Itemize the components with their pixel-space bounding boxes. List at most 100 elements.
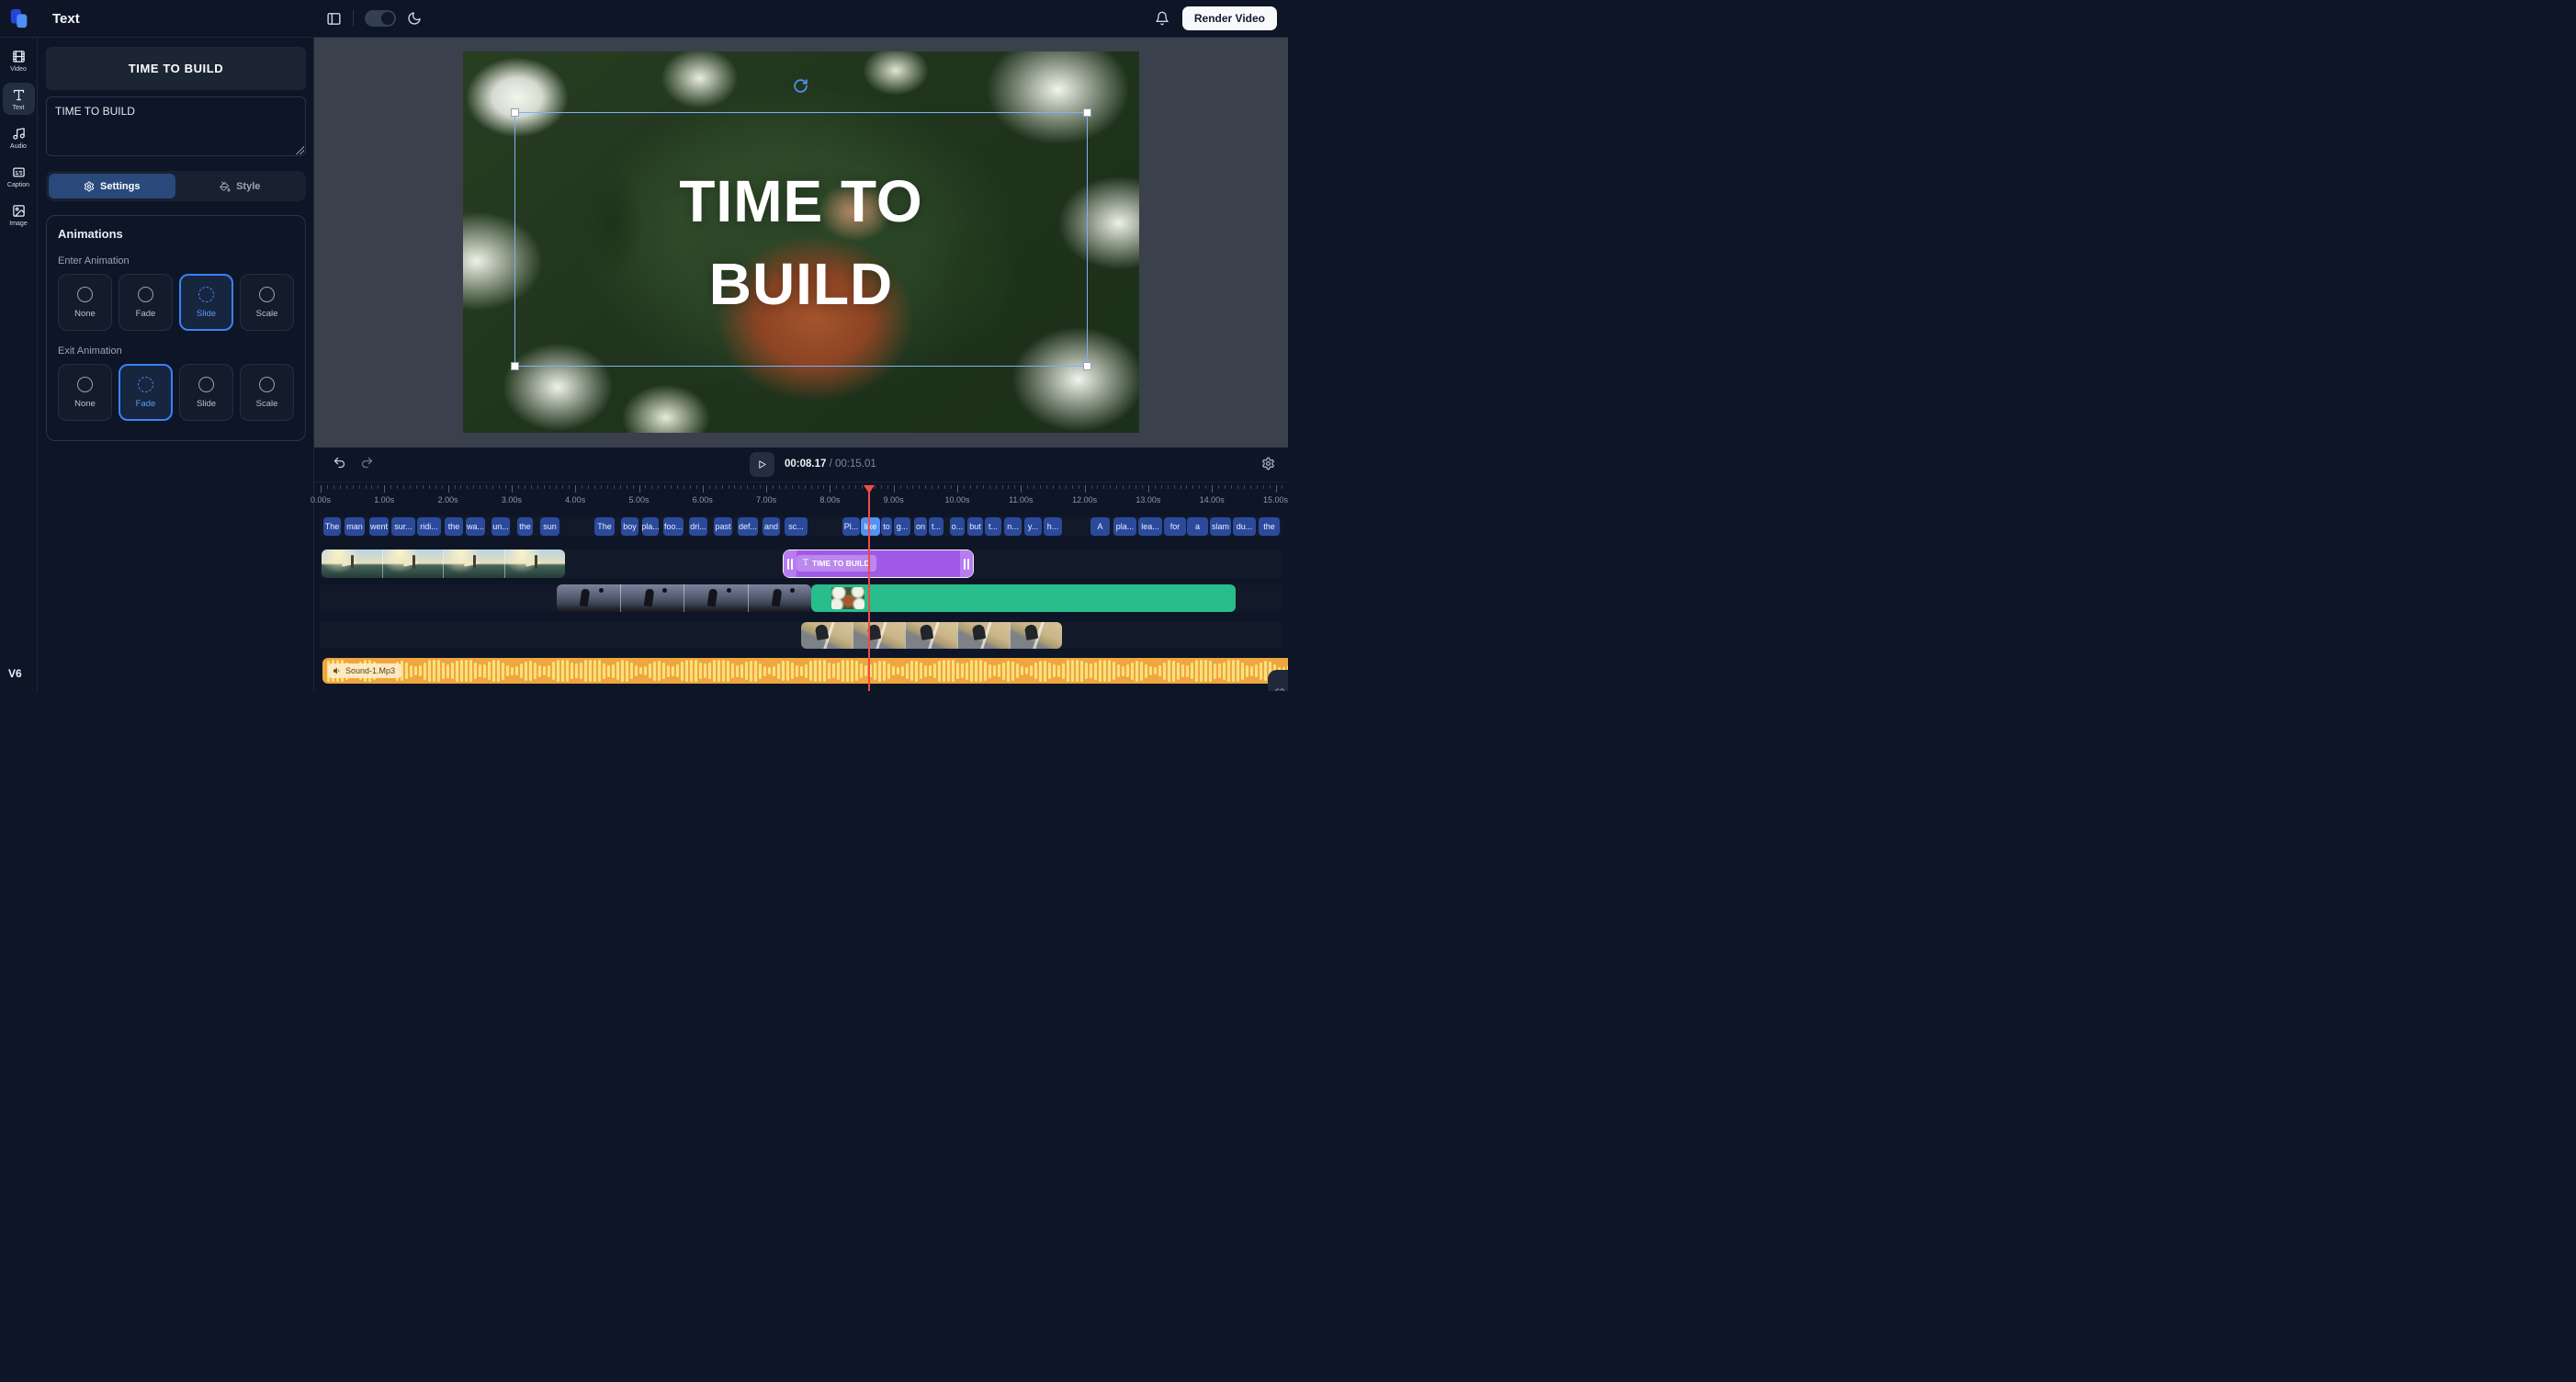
caption-word[interactable]: boy (621, 517, 638, 536)
caption-word[interactable]: t... (985, 517, 1001, 536)
resize-handle-bottom-left[interactable] (511, 362, 519, 370)
text-style-preview[interactable]: TIME TO BUILD (46, 47, 306, 90)
image-clip-green[interactable] (811, 584, 1236, 612)
audio-label-chip: Sound-1.Mp3 (328, 663, 401, 678)
waveform-bar (1044, 661, 1046, 682)
render-video-button[interactable]: Render Video (1182, 6, 1277, 30)
animation-option-fade[interactable]: Fade (119, 274, 173, 331)
caption-word[interactable]: to (881, 517, 892, 536)
clip-trim-handle-right[interactable] (960, 550, 973, 577)
ruler-minor-tick (651, 485, 652, 489)
undo-icon[interactable] (333, 456, 346, 470)
caption-word[interactable]: a (1187, 517, 1208, 536)
notifications-bell-icon[interactable] (1155, 11, 1169, 26)
caption-word[interactable]: pla... (1113, 517, 1136, 536)
playhead-marker[interactable] (864, 485, 875, 493)
tab-style[interactable]: Style (177, 174, 304, 198)
text-content-input[interactable] (46, 96, 306, 156)
text-clip[interactable]: T TIME TO BUILD (783, 549, 974, 578)
soccer-thumbnail (621, 584, 685, 612)
waveform-bar (469, 660, 472, 682)
playhead-line[interactable] (868, 485, 870, 691)
waveform-bar (1021, 666, 1023, 675)
video-clip-cyclist[interactable] (801, 622, 1062, 649)
animation-option-scale[interactable]: Scale (240, 364, 294, 421)
caption-word[interactable]: slam (1210, 517, 1231, 536)
sidebar-item-audio[interactable]: Audio (3, 121, 35, 153)
caption-word[interactable]: def... (738, 517, 758, 536)
caption-word[interactable]: The (323, 517, 341, 536)
caption-word[interactable]: Pl... (842, 517, 860, 536)
animation-option-scale[interactable]: Scale (240, 274, 294, 331)
caption-word[interactable]: on (914, 517, 927, 536)
caption-word[interactable]: du... (1233, 517, 1256, 536)
caption-word[interactable]: foo... (663, 517, 684, 536)
animation-option-fade[interactable]: Fade (119, 364, 173, 421)
audio-clip[interactable]: Sound-1.Mp3 (322, 658, 1288, 684)
caption-word[interactable]: un... (491, 517, 510, 536)
theme-toggle[interactable] (365, 10, 396, 27)
panel-toggle-icon[interactable] (326, 11, 342, 27)
caption-word[interactable]: the (517, 517, 533, 536)
waveform-bar (727, 661, 729, 682)
sidebar-item-text[interactable]: Text (3, 83, 35, 115)
sidebar-item-caption[interactable]: Caption (3, 160, 35, 192)
caption-word[interactable]: and (763, 517, 780, 536)
caption-word[interactable]: g... (894, 517, 910, 536)
tab-settings[interactable]: Settings (49, 174, 175, 198)
waveform-bar (1113, 662, 1115, 680)
caption-word[interactable]: past (714, 517, 732, 536)
timeline-ruler[interactable]: 0.00s1.00s2.00s3.00s4.00s5.00s6.00s7.00s… (314, 485, 1288, 509)
play-button[interactable] (750, 452, 774, 477)
ruler-minor-tick (836, 485, 837, 489)
timeline-settings-gear-icon[interactable] (1261, 457, 1275, 470)
text-selection-box[interactable] (514, 112, 1088, 367)
ruler-minor-tick (1155, 485, 1156, 489)
caption-word[interactable]: o... (950, 517, 965, 536)
caption-word[interactable]: h... (1044, 517, 1062, 536)
caption-word[interactable]: t... (929, 517, 943, 536)
caption-word[interactable]: sc... (785, 517, 808, 536)
animation-option-none[interactable]: None (58, 274, 112, 331)
caption-word[interactable]: sun (540, 517, 559, 536)
caption-word[interactable]: for (1164, 517, 1186, 536)
caption-word[interactable]: pla... (642, 517, 659, 536)
caption-word[interactable]: the (1259, 517, 1280, 536)
caption-word[interactable]: lea... (1138, 517, 1162, 536)
ruler-major-tick (384, 485, 385, 493)
caption-word[interactable]: The (594, 517, 615, 536)
rotate-handle-icon[interactable] (793, 78, 808, 94)
ruler-major-tick (766, 485, 767, 493)
ruler-minor-tick (410, 485, 411, 489)
resize-handle-top-right[interactable] (1083, 108, 1091, 117)
caption-word[interactable]: ridi... (417, 517, 441, 536)
animation-option-none[interactable]: None (58, 364, 112, 421)
resize-handle-bottom-right[interactable] (1083, 362, 1091, 370)
caption-word[interactable]: A (1090, 517, 1110, 536)
caption-word[interactable]: went (369, 517, 389, 536)
moon-icon[interactable] (407, 11, 422, 26)
clip-trim-handle-left[interactable] (784, 550, 797, 577)
resize-handle-top-left[interactable] (511, 108, 519, 117)
redo-icon[interactable] (360, 456, 374, 470)
caption-word[interactable]: y... (1024, 517, 1042, 536)
caption-word[interactable]: dri... (689, 517, 707, 536)
video-clip-soccer[interactable] (557, 584, 811, 612)
ruler-minor-tick (983, 485, 984, 489)
sidebar-item-image[interactable]: Image (3, 198, 35, 231)
sidebar-item-video[interactable]: Video (3, 44, 35, 76)
caption-word[interactable]: sur... (391, 517, 415, 536)
caption-word[interactable]: but (967, 517, 983, 536)
caption-word[interactable]: wa... (466, 517, 485, 536)
waveform-bar (1071, 660, 1074, 682)
caption-word[interactable]: man (345, 517, 365, 536)
app-logo-icon[interactable] (0, 7, 38, 29)
animation-option-slide[interactable]: Slide (179, 274, 233, 331)
caption-word[interactable]: n... (1004, 517, 1022, 536)
waveform-bar (1209, 661, 1212, 682)
waveform-bar (497, 660, 500, 682)
animation-option-slide[interactable]: Slide (179, 364, 233, 421)
video-clip-surfer[interactable] (322, 549, 565, 578)
caption-word-active[interactable]: like (861, 517, 880, 536)
caption-word[interactable]: the (445, 517, 463, 536)
